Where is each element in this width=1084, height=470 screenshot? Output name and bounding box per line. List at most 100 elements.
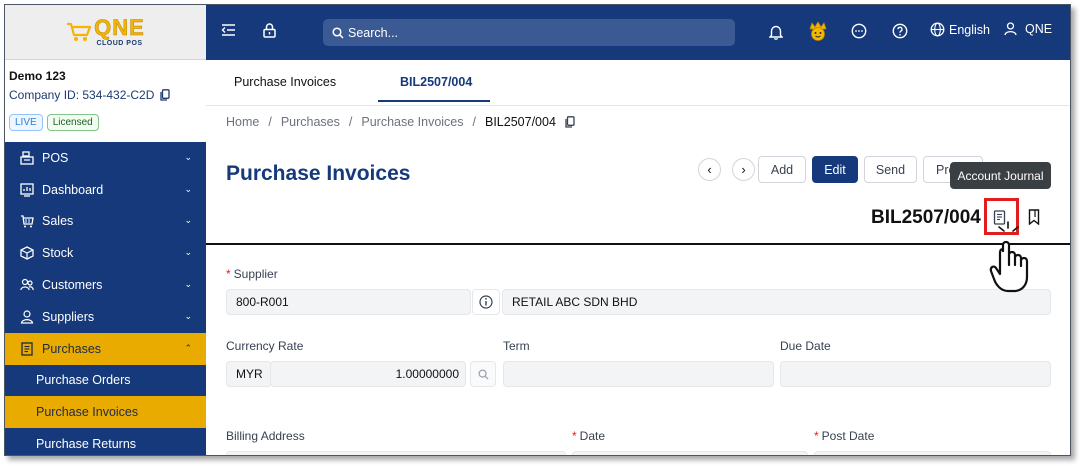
purchases-icon [19, 341, 34, 356]
sales-icon [19, 214, 34, 229]
copy-icon[interactable] [565, 116, 575, 128]
post-date-field[interactable] [814, 451, 1051, 455]
currency-rate-label: Currency Rate [226, 339, 304, 353]
chat-icon[interactable] [851, 23, 867, 39]
edit-button[interactable]: Edit [812, 156, 858, 183]
company-id: Company ID: 534-432-C2D [9, 88, 202, 102]
sidebar-item-customers[interactable]: Customers ⌄ [5, 269, 206, 301]
billing-address-label: Billing Address [226, 429, 305, 443]
breadcrumb-purchases[interactable]: Purchases [281, 115, 340, 129]
date-label: * Date [572, 429, 606, 443]
sidebar-item-label: POS [42, 150, 69, 165]
search-icon [332, 26, 344, 39]
sidebar-item-label: Purchases [42, 341, 102, 356]
date-field[interactable] [572, 451, 808, 455]
logo-brand: QNE [94, 15, 145, 40]
top-bar: Search... English QNE [206, 5, 1070, 60]
supplier-code-field[interactable]: 800-R001 [226, 289, 471, 315]
term-field[interactable] [503, 361, 774, 387]
sidebar-nav: POS ⌄ Dashboard ⌄ Sales ⌄ Stock ⌄ Custom… [5, 142, 206, 455]
add-button[interactable]: Add [758, 156, 806, 183]
sidebar-subitem-purchase-returns[interactable]: Purchase Returns [5, 428, 206, 455]
company-info: Demo 123 Company ID: 534-432-C2D LIVE Li… [5, 60, 206, 142]
customers-icon [19, 278, 34, 293]
tab-bil2507-004[interactable]: BIL2507/004 [400, 75, 472, 89]
sidebar-item-label: Dashboard [42, 182, 104, 197]
logo[interactable]: QNE CLOUD POS [5, 5, 206, 60]
chevron-right-icon: › [741, 162, 746, 177]
sidebar: QNE CLOUD POS Demo 123 Company ID: 534-4… [5, 5, 206, 455]
bell-icon[interactable] [769, 24, 783, 40]
language-selector[interactable]: English [930, 22, 990, 37]
help-icon[interactable] [892, 23, 908, 39]
pointing-hand-cursor-icon [989, 221, 1029, 293]
tab-bar: Purchase Invoices BIL2507/004 [206, 60, 1070, 106]
breadcrumb-current: BIL2507/004 [485, 115, 556, 129]
logo-subtitle: CLOUD POS [96, 40, 143, 47]
chevron-down-icon: ⌄ [184, 183, 192, 194]
due-date-field[interactable] [780, 361, 1051, 387]
sidebar-item-label: Sales [42, 214, 74, 229]
search-input[interactable]: Search... [323, 19, 735, 46]
sidebar-item-sales[interactable]: Sales ⌄ [5, 205, 206, 238]
supplier-label: * Supplier [226, 267, 278, 281]
sidebar-item-pos[interactable]: POS ⌄ [5, 142, 206, 174]
chevron-down-icon: ⌄ [184, 310, 192, 321]
sidebar-subitem-purchase-invoices[interactable]: Purchase Invoices [5, 396, 206, 429]
pos-icon [19, 150, 34, 165]
next-record-button[interactable]: › [732, 158, 755, 181]
tab-purchase-invoices[interactable]: Purchase Invoices [234, 75, 336, 89]
chevron-down-icon: ⌄ [184, 151, 192, 162]
sidebar-item-label: Suppliers [42, 309, 95, 324]
term-label: Term [503, 339, 530, 353]
licensed-badge: Licensed [46, 114, 99, 131]
user-icon [1004, 22, 1017, 36]
company-id-text: Company ID: 534-432-C2D [9, 88, 155, 102]
sidebar-item-purchases[interactable]: Purchases ⌃ [5, 332, 206, 365]
dashboard-icon [19, 182, 34, 197]
chevron-left-icon: ‹ [707, 162, 712, 177]
globe-icon [930, 22, 945, 37]
sidebar-item-label: Customers [42, 278, 103, 293]
header-divider [206, 243, 1070, 245]
stock-icon [19, 246, 34, 261]
copy-icon[interactable] [160, 89, 171, 101]
billing-address-field[interactable] [226, 451, 566, 455]
send-button[interactable]: Send [864, 156, 917, 183]
search-placeholder: Search... [348, 25, 399, 40]
chevron-down-icon: ⌄ [184, 247, 192, 258]
king-mascot-icon[interactable] [807, 20, 829, 42]
breadcrumb-purchase-invoices[interactable]: Purchase Invoices [361, 115, 463, 129]
page-title: Purchase Invoices [226, 162, 411, 185]
user-name: QNE [1025, 22, 1053, 36]
chevron-up-icon: ⌃ [184, 342, 192, 353]
sidebar-item-label: Stock [42, 246, 74, 261]
sidebar-item-stock[interactable]: Stock ⌄ [5, 237, 206, 270]
suppliers-icon [19, 309, 34, 324]
info-icon [479, 295, 493, 309]
document-number: BIL2507/004 [871, 207, 981, 228]
breadcrumb: Home / Purchases / Purchase Invoices / B… [226, 115, 575, 129]
language-label: English [949, 22, 990, 37]
currency-rate-search-button[interactable] [470, 361, 496, 387]
cart-logo-icon [67, 22, 92, 41]
company-name: Demo 123 [9, 69, 66, 83]
sidebar-item-suppliers[interactable]: Suppliers ⌄ [5, 300, 206, 333]
user-menu[interactable]: QNE [1004, 22, 1052, 36]
previous-record-button[interactable]: ‹ [698, 158, 721, 181]
supplier-name-field[interactable]: RETAIL ABC SDN BHD [502, 289, 1051, 315]
chevron-down-icon: ⌄ [184, 279, 192, 290]
collapse-menu-icon[interactable] [221, 23, 236, 37]
currency-field[interactable]: MYR [226, 361, 272, 387]
sidebar-item-dashboard[interactable]: Dashboard ⌄ [5, 173, 206, 206]
lock-icon[interactable] [263, 23, 276, 38]
account-journal-tooltip: Account Journal [950, 162, 1051, 189]
live-badge: LIVE [9, 114, 43, 131]
app-window: QNE CLOUD POS Demo 123 Company ID: 534-4… [4, 4, 1071, 456]
sidebar-subitem-purchase-orders[interactable]: Purchase Orders [5, 364, 206, 397]
breadcrumb-home[interactable]: Home [226, 115, 259, 129]
chevron-down-icon: ⌄ [184, 215, 192, 226]
search-icon [477, 368, 489, 380]
supplier-info-button[interactable] [472, 289, 500, 315]
currency-rate-field[interactable]: 1.00000000 [270, 361, 466, 387]
